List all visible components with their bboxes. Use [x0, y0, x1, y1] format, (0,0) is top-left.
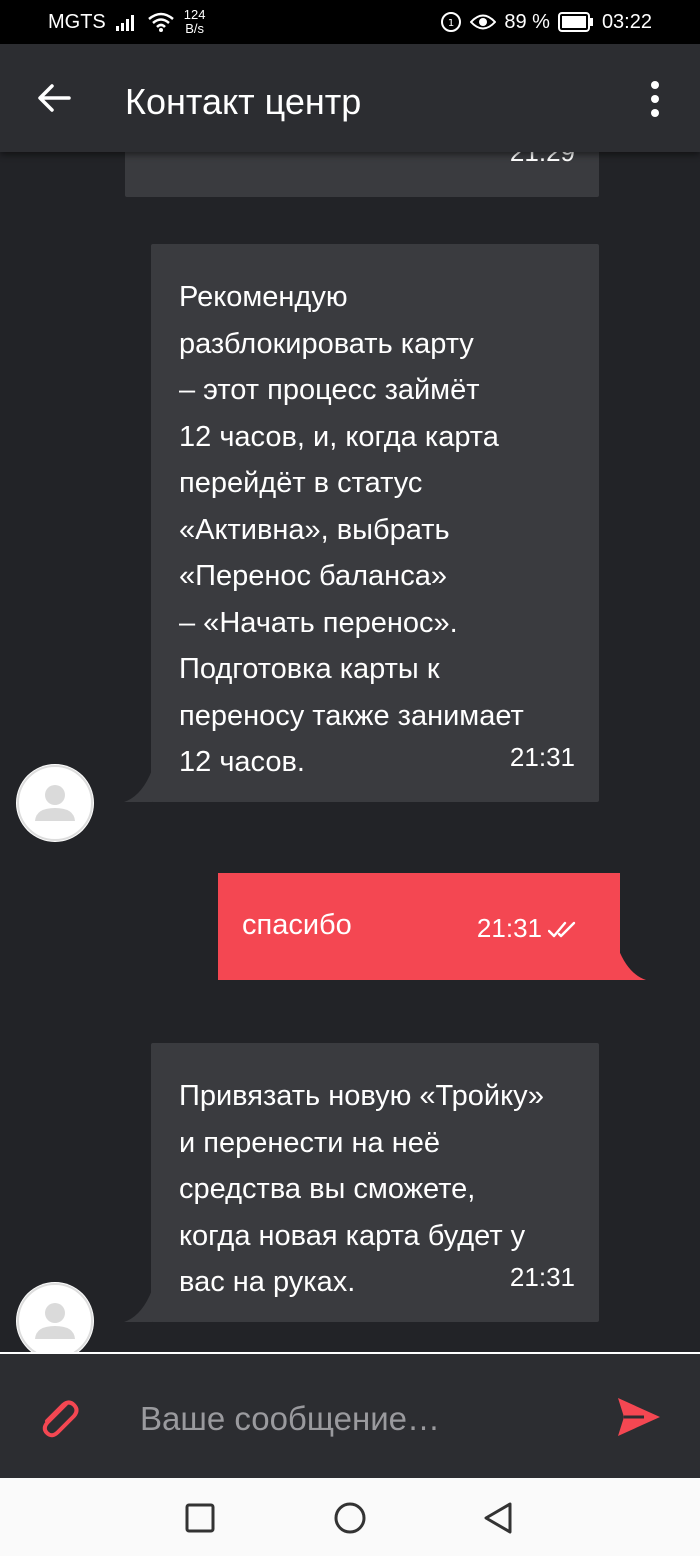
- avatar[interactable]: [16, 1282, 94, 1352]
- message-line: и перенести на неё: [179, 1126, 440, 1159]
- message-line: перейдёт в статус: [179, 467, 423, 499]
- message-line: «Активна», выбрать: [179, 513, 450, 546]
- back-button[interactable]: [26, 70, 82, 126]
- message-line: Рекомендую: [179, 281, 348, 313]
- bubble-tail: [124, 770, 152, 802]
- message-meta: 21:31: [477, 913, 580, 944]
- eye-icon: [470, 14, 497, 30]
- avatar-placeholder-icon: [17, 1283, 93, 1352]
- status-right: 1 89 % 03:22: [440, 0, 652, 44]
- avatar[interactable]: [16, 764, 94, 842]
- message-line: – «Начать перенос».: [179, 606, 458, 639]
- send-button[interactable]: [616, 1396, 662, 1438]
- message-text: спасибо: [242, 909, 352, 941]
- message-composer: [0, 1352, 700, 1478]
- nav-back-button[interactable]: [480, 1500, 516, 1536]
- net-speed-unit: B/s: [185, 21, 205, 36]
- message-line: Подготовка карты к: [179, 653, 440, 685]
- double-check-icon: [548, 921, 576, 937]
- net-speed-value: 124: [183, 7, 206, 22]
- more-options-button[interactable]: [640, 74, 670, 124]
- status-time: 03:22: [601, 10, 652, 33]
- page-title: Контакт центр: [125, 81, 362, 122]
- chat-history[interactable]: 21:29 Рекомендую разблокировать карту – …: [0, 152, 700, 1352]
- bubble-tail: [618, 948, 646, 980]
- home-button[interactable]: [332, 1500, 368, 1536]
- app-toolbar: Контакт центр: [0, 44, 700, 152]
- status-bar: MGTS 124 B/s 1 89 % 03:22: [0, 0, 700, 44]
- message-time: 21:29: [509, 152, 575, 167]
- outgoing-message: спасибо 21:31: [218, 873, 620, 980]
- back-arrow-icon: [38, 84, 71, 112]
- message-text: Рекомендую разблокировать карту – этот п…: [179, 274, 575, 786]
- wifi-icon: [147, 12, 174, 32]
- data-saver-icon: 1: [441, 12, 462, 32]
- status-left: MGTS 124 B/s: [48, 0, 205, 44]
- message-line: разблокировать карту: [179, 327, 474, 360]
- message-line: Привязать новую «Тройку»: [179, 1080, 545, 1112]
- svg-text:1: 1: [448, 18, 454, 29]
- message-time: 21:31: [476, 913, 542, 943]
- more-vert-icon: [651, 81, 659, 89]
- message-time: 21:31: [509, 742, 575, 772]
- more-dot: [651, 109, 659, 117]
- avatar-placeholder-icon: [17, 765, 93, 841]
- send-icon: [618, 1398, 660, 1436]
- message-line: когда новая карта будет у: [179, 1219, 526, 1252]
- paperclip-icon: [42, 1400, 79, 1438]
- message-time: 21:31: [509, 1262, 575, 1292]
- incoming-message: Привязать новую «Тройку» и перенести на …: [151, 1043, 599, 1322]
- message-line: 12 часов, и, когда карта: [179, 420, 499, 453]
- battery-percent: 89 %: [504, 10, 550, 33]
- bubble-tail: [124, 1290, 152, 1322]
- attach-button[interactable]: [34, 1392, 84, 1442]
- message-line: переносу также занимает: [179, 699, 524, 732]
- recent-apps-button[interactable]: [182, 1500, 218, 1536]
- message-input[interactable]: [140, 1394, 580, 1444]
- message-line: «Перенос баланса»: [179, 560, 447, 592]
- message-line: – этот процесс займёт: [179, 374, 480, 406]
- incoming-message: Рекомендую разблокировать карту – этот п…: [151, 244, 599, 802]
- signal-icon: [115, 15, 134, 31]
- net-speed: 124 B/s: [184, 8, 206, 36]
- battery-icon: [557, 12, 593, 32]
- carrier-label: MGTS: [48, 10, 106, 33]
- more-dot: [651, 95, 659, 103]
- message-line: средства вы сможете,: [179, 1173, 476, 1205]
- incoming-message-partial: 21:29: [125, 152, 599, 197]
- system-nav-bar: [0, 1478, 700, 1556]
